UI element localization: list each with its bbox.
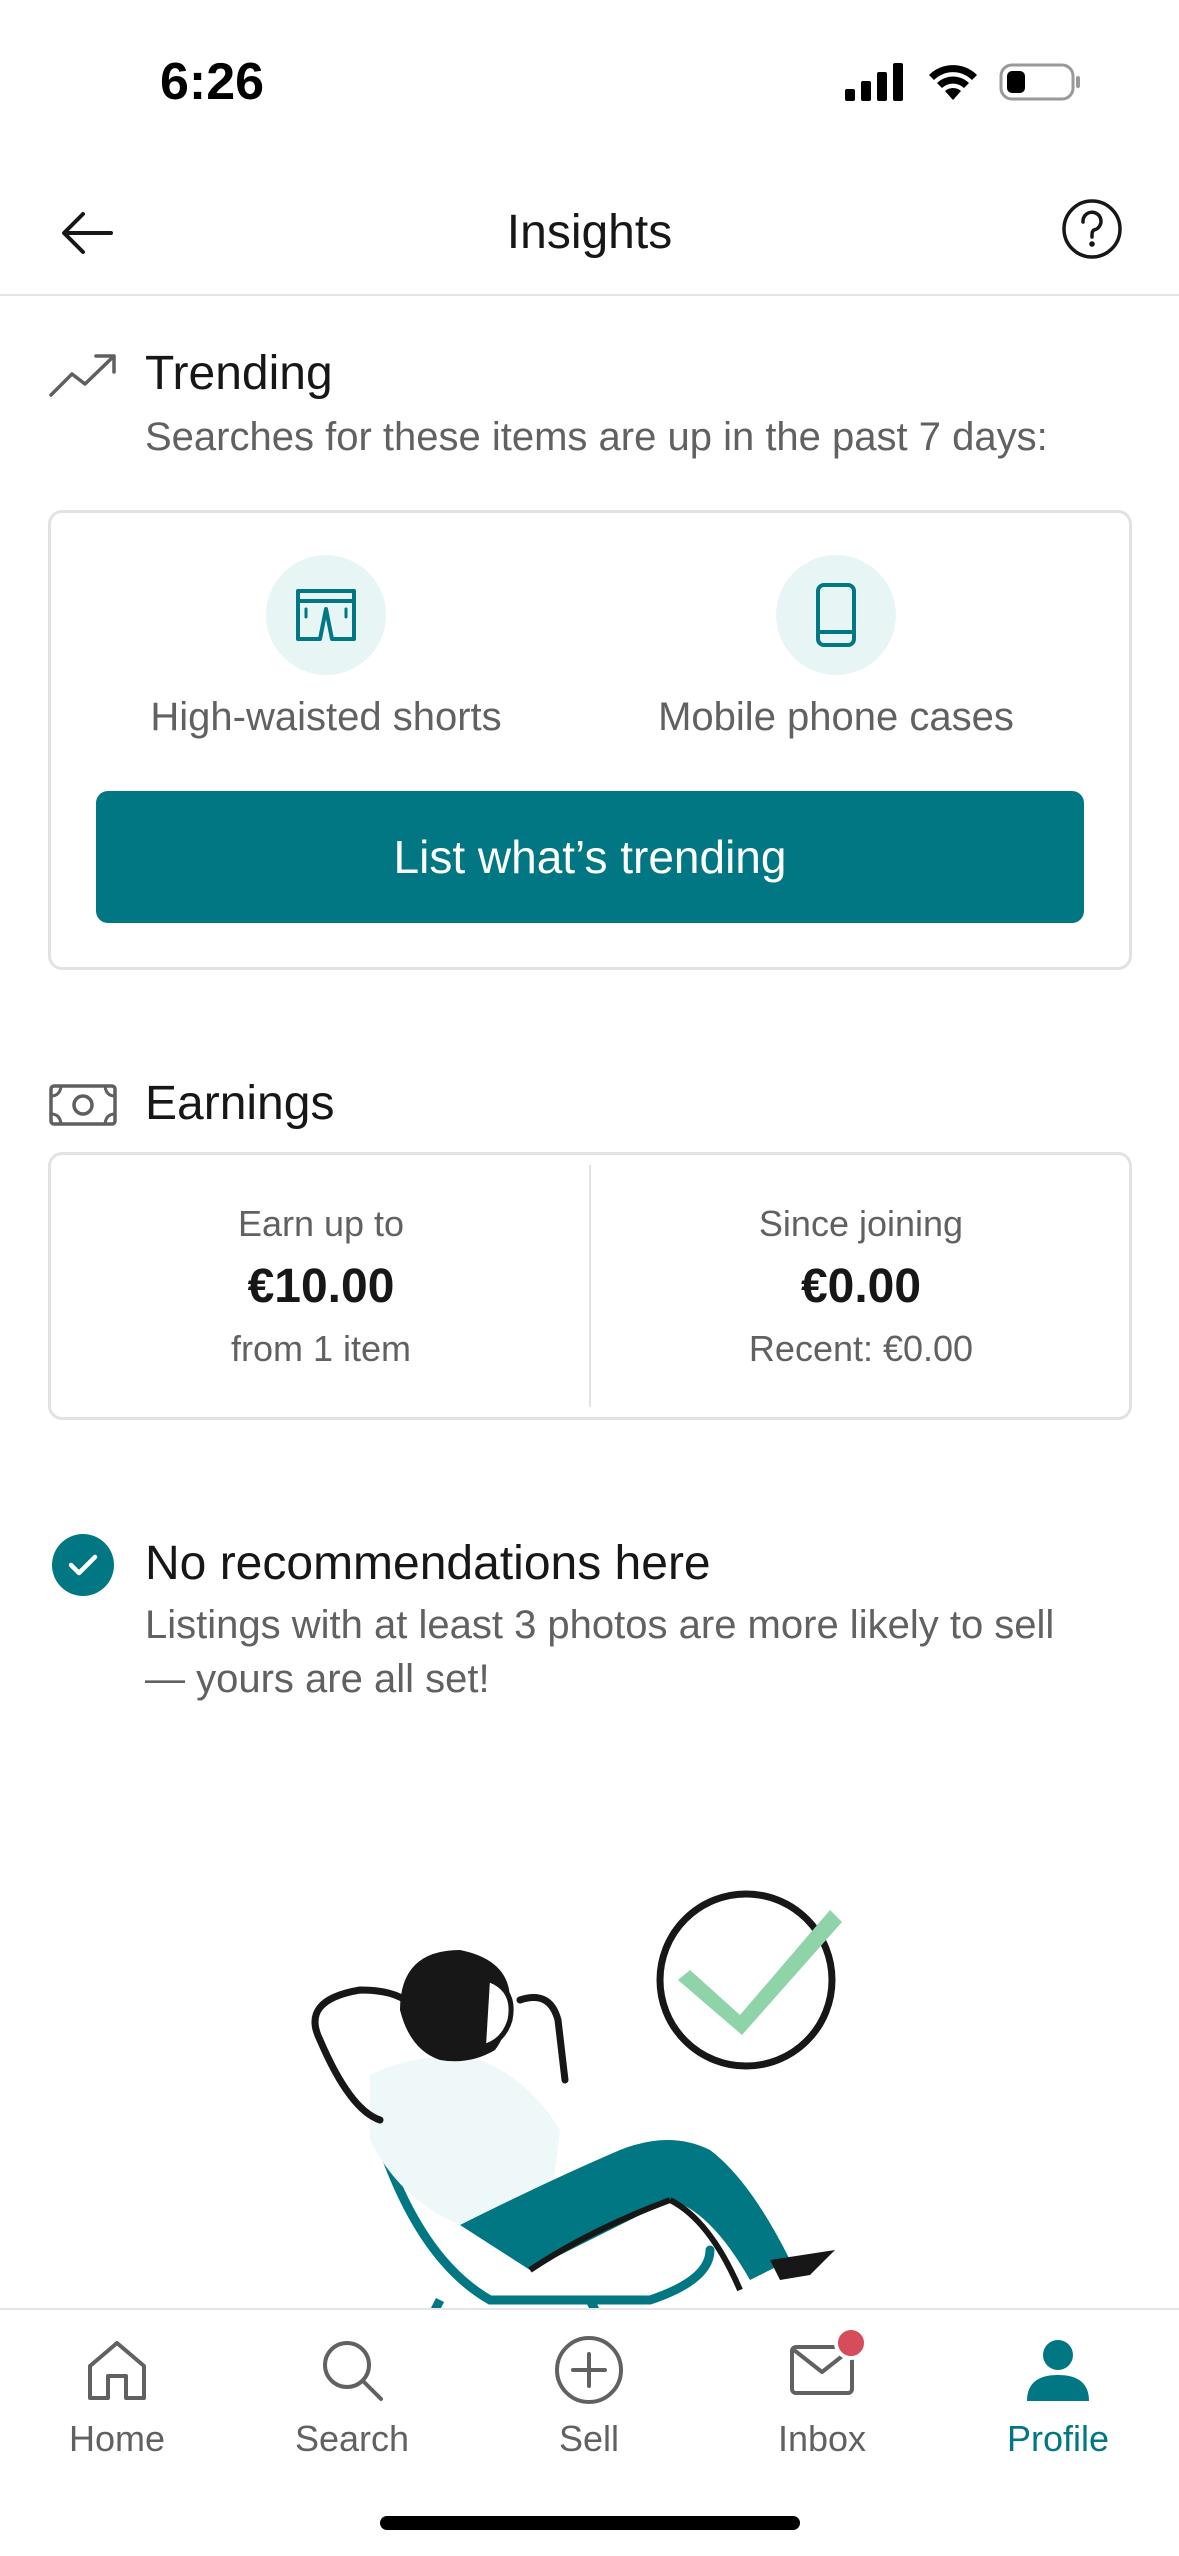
recommendations-body: Listings with at least 3 photos are more… <box>145 1603 1055 1701</box>
check-badge <box>52 1534 114 1596</box>
status-icons <box>845 62 1081 102</box>
earnings-card: Earn up to €10.00 from 1 item Since join… <box>48 1152 1132 1420</box>
relaxing-person-illustration-art <box>311 1890 842 2310</box>
tab-home[interactable]: Home <box>17 2330 217 2460</box>
nav-header: Insights <box>0 170 1179 296</box>
checkmark-icon <box>68 1554 98 1576</box>
battery-icon <box>999 63 1080 101</box>
trend-item-label: High-waisted shorts <box>150 695 502 739</box>
relaxing-person-illustration <box>290 1880 910 2310</box>
earn-foot: Recent: €0.00 <box>748 1328 974 1369</box>
tab-profile[interactable]: Profile <box>958 2330 1158 2460</box>
tab-label: Inbox <box>777 2418 867 2459</box>
trend-item-label: Mobile phone cases <box>658 695 1014 739</box>
status-time: 6:26 <box>160 53 265 111</box>
phone-icon <box>816 583 856 647</box>
trending-subtitle: Searches for these items are up in the p… <box>145 415 1048 459</box>
help-icon <box>1062 199 1122 259</box>
list-trending-button[interactable]: List what’s trending <box>96 791 1084 923</box>
shorts-icon <box>296 589 356 641</box>
tab-label: Home <box>68 2418 166 2459</box>
cellular-signal-icon <box>845 63 903 101</box>
tab-search[interactable]: Search <box>252 2330 452 2460</box>
earn-foot: from 1 item <box>230 1328 412 1369</box>
plus-circle-icon <box>555 2336 623 2404</box>
help-button[interactable] <box>1057 194 1127 264</box>
trending-title: Trending <box>145 347 333 400</box>
tab-inbox[interactable]: Inbox <box>722 2326 922 2460</box>
since-joining-column: Since joining €0.00 Recent: €0.00 <box>591 1155 1131 1417</box>
tab-sell[interactable]: Sell <box>489 2330 689 2460</box>
tab-label: Search <box>294 2418 410 2459</box>
trending-up-icon <box>49 354 116 397</box>
earn-up-to-column: Earn up to €10.00 from 1 item <box>51 1155 591 1417</box>
trending-card: High-waisted shorts Mobile phone cases L… <box>48 510 1132 970</box>
status-bar: 6:26 <box>0 0 1179 170</box>
wifi-icon <box>929 65 977 100</box>
person-icon <box>1027 2340 1089 2401</box>
search-icon <box>323 2341 383 2401</box>
earn-value: €0.00 <box>800 1260 922 1313</box>
notification-badge <box>834 2326 868 2360</box>
earnings-title: Earnings <box>145 1077 335 1130</box>
trend-item-shorts[interactable]: High-waisted shorts <box>96 555 556 740</box>
earn-value: €10.00 <box>247 1260 395 1313</box>
tab-label: Sell <box>558 2418 620 2459</box>
home-indicator <box>380 2516 800 2530</box>
tab-label: Profile <box>1006 2418 1110 2459</box>
trend-item-phone-cases[interactable]: Mobile phone cases <box>606 555 1066 740</box>
recommendations-title: No recommendations here <box>145 1537 711 1590</box>
home-icon <box>88 2341 146 2400</box>
earn-label: Since joining <box>758 1203 964 1244</box>
banknote-icon <box>49 1084 117 1126</box>
page-title: Insights <box>506 206 673 259</box>
earn-label: Earn up to <box>237 1203 405 1244</box>
